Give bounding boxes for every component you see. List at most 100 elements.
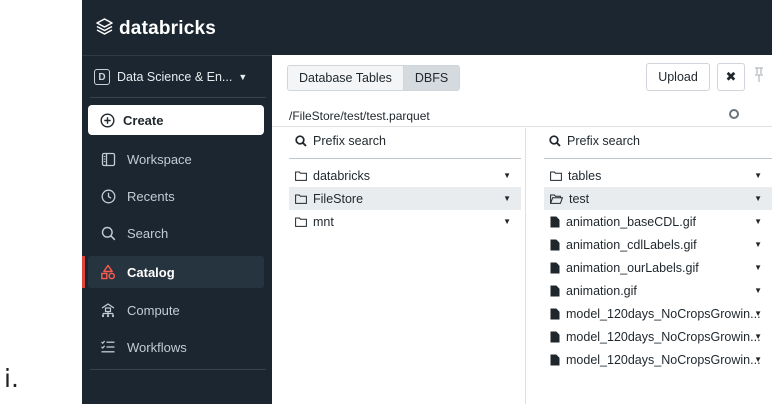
dbfs-browser-dialog: Database Tables DBFS Upload ✖ /FileStore… [272,55,772,404]
tab-database-tables[interactable]: Database Tables [288,66,403,90]
caret-down-icon[interactable]: ▼ [503,217,511,226]
list-item[interactable]: databricks ▼ [289,164,521,187]
close-button[interactable]: ✖ [717,63,745,91]
databricks-logo-icon [96,18,113,40]
create-label: Create [123,112,164,128]
databricks-logo[interactable]: databricks [96,18,216,40]
sidebar-divider [90,369,266,370]
caret-down-icon[interactable]: ▼ [754,171,762,180]
item-name: model_120days_NoCropsGrowin... [566,329,761,344]
folder-icon [295,217,307,227]
caret-down-icon[interactable]: ▼ [754,355,762,364]
folder-column-left: Prefix search databricks ▼ FileStore ▼ m… [272,128,526,404]
sidebar-item-label: Catalog [127,264,175,280]
plus-circle-icon [100,112,115,128]
selected-path: /FileStore/test/test.parquet [272,105,772,127]
list-item[interactable]: animation.gif ▼ [544,279,772,302]
search-icon [549,135,561,147]
search-underline [544,158,772,159]
top-bar: databricks [82,0,772,55]
folder-icon [295,171,307,181]
search-icon [98,226,118,241]
sidebar-item-label: Recents [127,188,175,204]
workspace-icon [98,152,118,167]
item-name: mnt [313,214,334,229]
sidebar: D Data Science & En... ▼ Create Workspac… [82,55,272,404]
search-underline [289,158,521,159]
search-icon [295,135,307,147]
prefix-search-placeholder: Prefix search [567,134,640,148]
caret-down-icon[interactable]: ▼ [754,309,762,318]
list-item[interactable]: model_120days_NoCropsGrowin... ▼ [544,325,772,348]
workspace-selector[interactable]: D Data Science & En... ▼ [90,65,266,89]
caret-down-icon[interactable]: ▼ [754,286,762,295]
folder-icon [295,194,307,204]
compute-icon [98,302,118,318]
list-item[interactable]: animation_cdlLabels.gif ▼ [544,233,772,256]
caret-down-icon[interactable]: ▼ [754,194,762,203]
item-name: databricks [313,168,370,183]
item-name: test [569,191,590,206]
sidebar-item-label: Workspace [127,151,192,167]
list-item[interactable]: FileStore ▼ [289,187,521,210]
item-name: FileStore [313,191,364,206]
workflows-icon [98,339,118,355]
file-icon [550,216,560,228]
upload-button[interactable]: Upload [646,63,710,91]
sidebar-item-label: Compute [127,302,180,318]
workspace-badge: D [94,69,110,85]
list-item[interactable]: animation_ourLabels.gif ▼ [544,256,772,279]
create-button[interactable]: Create [88,105,264,135]
prefix-search-right[interactable]: Prefix search [549,134,640,148]
caret-down-icon[interactable]: ▼ [754,217,762,226]
tab-dbfs[interactable]: DBFS [402,66,460,90]
caret-down-icon[interactable]: ▼ [754,263,762,272]
caret-down-icon[interactable]: ▼ [754,240,762,249]
item-name: animation_ourLabels.gif [566,260,699,275]
item-name: tables [568,168,602,183]
item-name: animation.gif [566,283,637,298]
workspace-label: Data Science & En... [117,70,233,84]
list-item[interactable]: model_120days_NoCropsGrowin... ▼ [544,348,772,371]
item-name: animation_cdlLabels.gif [566,237,697,252]
file-icon [550,354,560,366]
active-indicator [82,256,85,288]
list-item[interactable]: test ▼ [544,187,772,210]
sidebar-item-compute[interactable]: Compute [88,294,264,326]
brand-name: databricks [119,18,217,39]
caret-down-icon[interactable]: ▼ [754,332,762,341]
prefix-search-left[interactable]: Prefix search [295,134,386,148]
sidebar-item-recents[interactable]: Recents [88,180,264,212]
catalog-icon [98,264,118,280]
source-tabs: Database Tables DBFS [287,65,461,91]
loading-spinner-icon [729,109,739,119]
list-marker: i. [4,364,19,393]
list-item[interactable]: tables ▼ [544,164,772,187]
caret-down-icon: ▼ [238,72,248,82]
folder-open-icon [550,194,563,204]
file-icon [550,308,560,320]
item-name: animation_baseCDL.gif [566,214,696,229]
databricks-window: databricks D Data Science & En... ▼ Crea… [82,0,772,404]
list-item[interactable]: model_120days_NoCropsGrowin... ▼ [544,302,772,325]
file-icon [550,239,560,251]
sidebar-item-label: Workflows [127,339,187,355]
file-icon [550,331,560,343]
sidebar-divider [90,97,266,98]
item-name: model_120days_NoCropsGrowin... [566,352,761,367]
item-name: model_120days_NoCropsGrowin... [566,306,761,321]
sidebar-item-workspace[interactable]: Workspace [88,143,264,175]
caret-down-icon[interactable]: ▼ [503,194,511,203]
sidebar-item-search[interactable]: Search [88,217,264,249]
file-icon [550,285,560,297]
pin-icon[interactable] [754,67,764,86]
list-item[interactable]: animation_baseCDL.gif ▼ [544,210,772,233]
file-icon [550,262,560,274]
sidebar-item-label: Search [127,225,169,241]
list-item[interactable]: mnt ▼ [289,210,521,233]
sidebar-item-catalog[interactable]: Catalog [88,256,264,288]
prefix-search-placeholder: Prefix search [313,134,386,148]
clock-icon [98,189,118,204]
sidebar-item-workflows[interactable]: Workflows [88,331,264,363]
caret-down-icon[interactable]: ▼ [503,171,511,180]
